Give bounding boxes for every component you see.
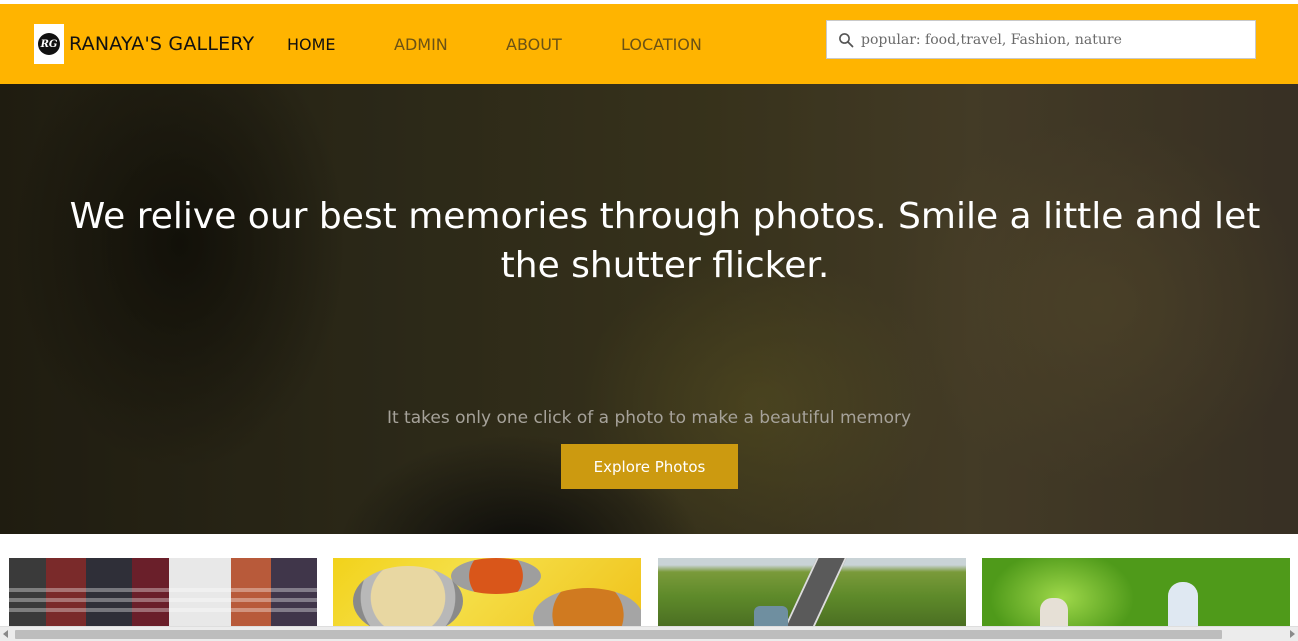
thumbnail-detail (9, 588, 317, 592)
gallery-thumbnail-nature[interactable] (982, 558, 1290, 628)
nav-admin[interactable]: ADMIN (394, 35, 448, 54)
hero-headline: We relive our best memories through phot… (69, 196, 1261, 286)
navbar: RG RANAYA'S GALLERY HOME ADMIN ABOUT LOC… (0, 4, 1298, 84)
scroll-right-arrow-icon[interactable] (1290, 630, 1295, 638)
nav-home[interactable]: HOME (287, 35, 336, 54)
nav-location[interactable]: LOCATION (621, 35, 702, 54)
thumbnail-detail (9, 598, 317, 602)
scroll-left-arrow-icon[interactable] (3, 630, 8, 638)
brand-name[interactable]: RANAYA'S GALLERY (69, 33, 254, 55)
page: RG RANAYA'S GALLERY HOME ADMIN ABOUT LOC… (0, 0, 1298, 641)
brand[interactable]: RG RANAYA'S GALLERY (34, 24, 254, 64)
thumbnail-detail (9, 608, 317, 612)
thumbnail-detail (754, 606, 788, 628)
gallery-thumbnail-travel[interactable] (658, 558, 966, 628)
gallery-strip (0, 534, 1298, 641)
gallery-thumbnail-food[interactable] (333, 558, 641, 628)
hero-subtitle: It takes only one click of a photo to ma… (386, 408, 912, 428)
nav-about[interactable]: ABOUT (506, 35, 562, 54)
hero-banner: We relive our best memories through phot… (0, 84, 1298, 534)
brand-logo-mark: RG (38, 33, 60, 55)
thumbnail-detail (451, 558, 541, 594)
horizontal-scrollbar[interactable] (0, 626, 1298, 641)
explore-photos-button[interactable]: Explore Photos (561, 444, 738, 489)
thumbnail-detail (1040, 598, 1068, 628)
thumbnail-detail (353, 566, 463, 628)
gallery-thumbnail-fashion[interactable] (9, 558, 317, 628)
search-box[interactable] (826, 20, 1256, 59)
thumbnail-detail (779, 558, 847, 628)
search-input[interactable] (861, 24, 1251, 55)
thumbnail-detail (533, 588, 641, 628)
scrollbar-thumb[interactable] (15, 630, 1222, 639)
thumbnail-detail (1168, 582, 1198, 628)
search-icon (839, 32, 854, 47)
brand-logo[interactable]: RG (34, 24, 64, 64)
